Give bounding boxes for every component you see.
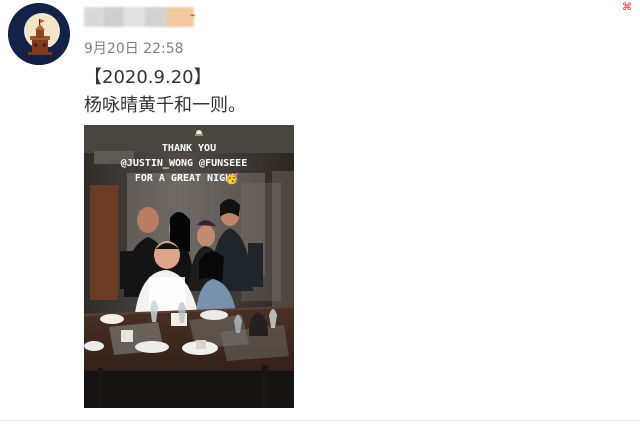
weibo-mark-icon: ⌘	[622, 2, 632, 13]
photo-caption-line-1: THANK YOU	[162, 143, 216, 154]
photo-caption-line-3: FOR A GREAT NIGHT	[135, 173, 237, 184]
castle-moon-icon	[8, 3, 70, 65]
dining-table	[84, 300, 294, 408]
weibo-post: ⌁ ⌘ 9月20日 22:58 【2020.9.20】 杨咏晴黄千和一则。 TH…	[0, 0, 640, 435]
post-divider	[0, 420, 640, 421]
post-message-line: 杨咏晴黄千和一则。	[84, 95, 246, 116]
post-timestamp[interactable]: 9月20日 22:58	[84, 38, 184, 58]
post-photo[interactable]: THANK YOU @JUSTIN_WONG @FUNSEEE FOR A GR…	[84, 125, 294, 408]
group-dinner-photo: THANK YOU @JUSTIN_WONG @FUNSEEE FOR A GR…	[84, 125, 294, 408]
vip-badge-icon: ⌁	[190, 11, 196, 21]
post-date-line: 【2020.9.20】	[84, 67, 212, 88]
party-emoji-icon: 🥳	[225, 171, 239, 185]
photo-caption-line-2: @JUSTIN_WONG @FUNSEEE	[121, 158, 247, 169]
username-blurred[interactable]	[84, 7, 194, 27]
post-content: 【2020.9.20】 杨咏晴黄千和一则。	[84, 64, 246, 120]
avatar[interactable]	[8, 3, 70, 65]
